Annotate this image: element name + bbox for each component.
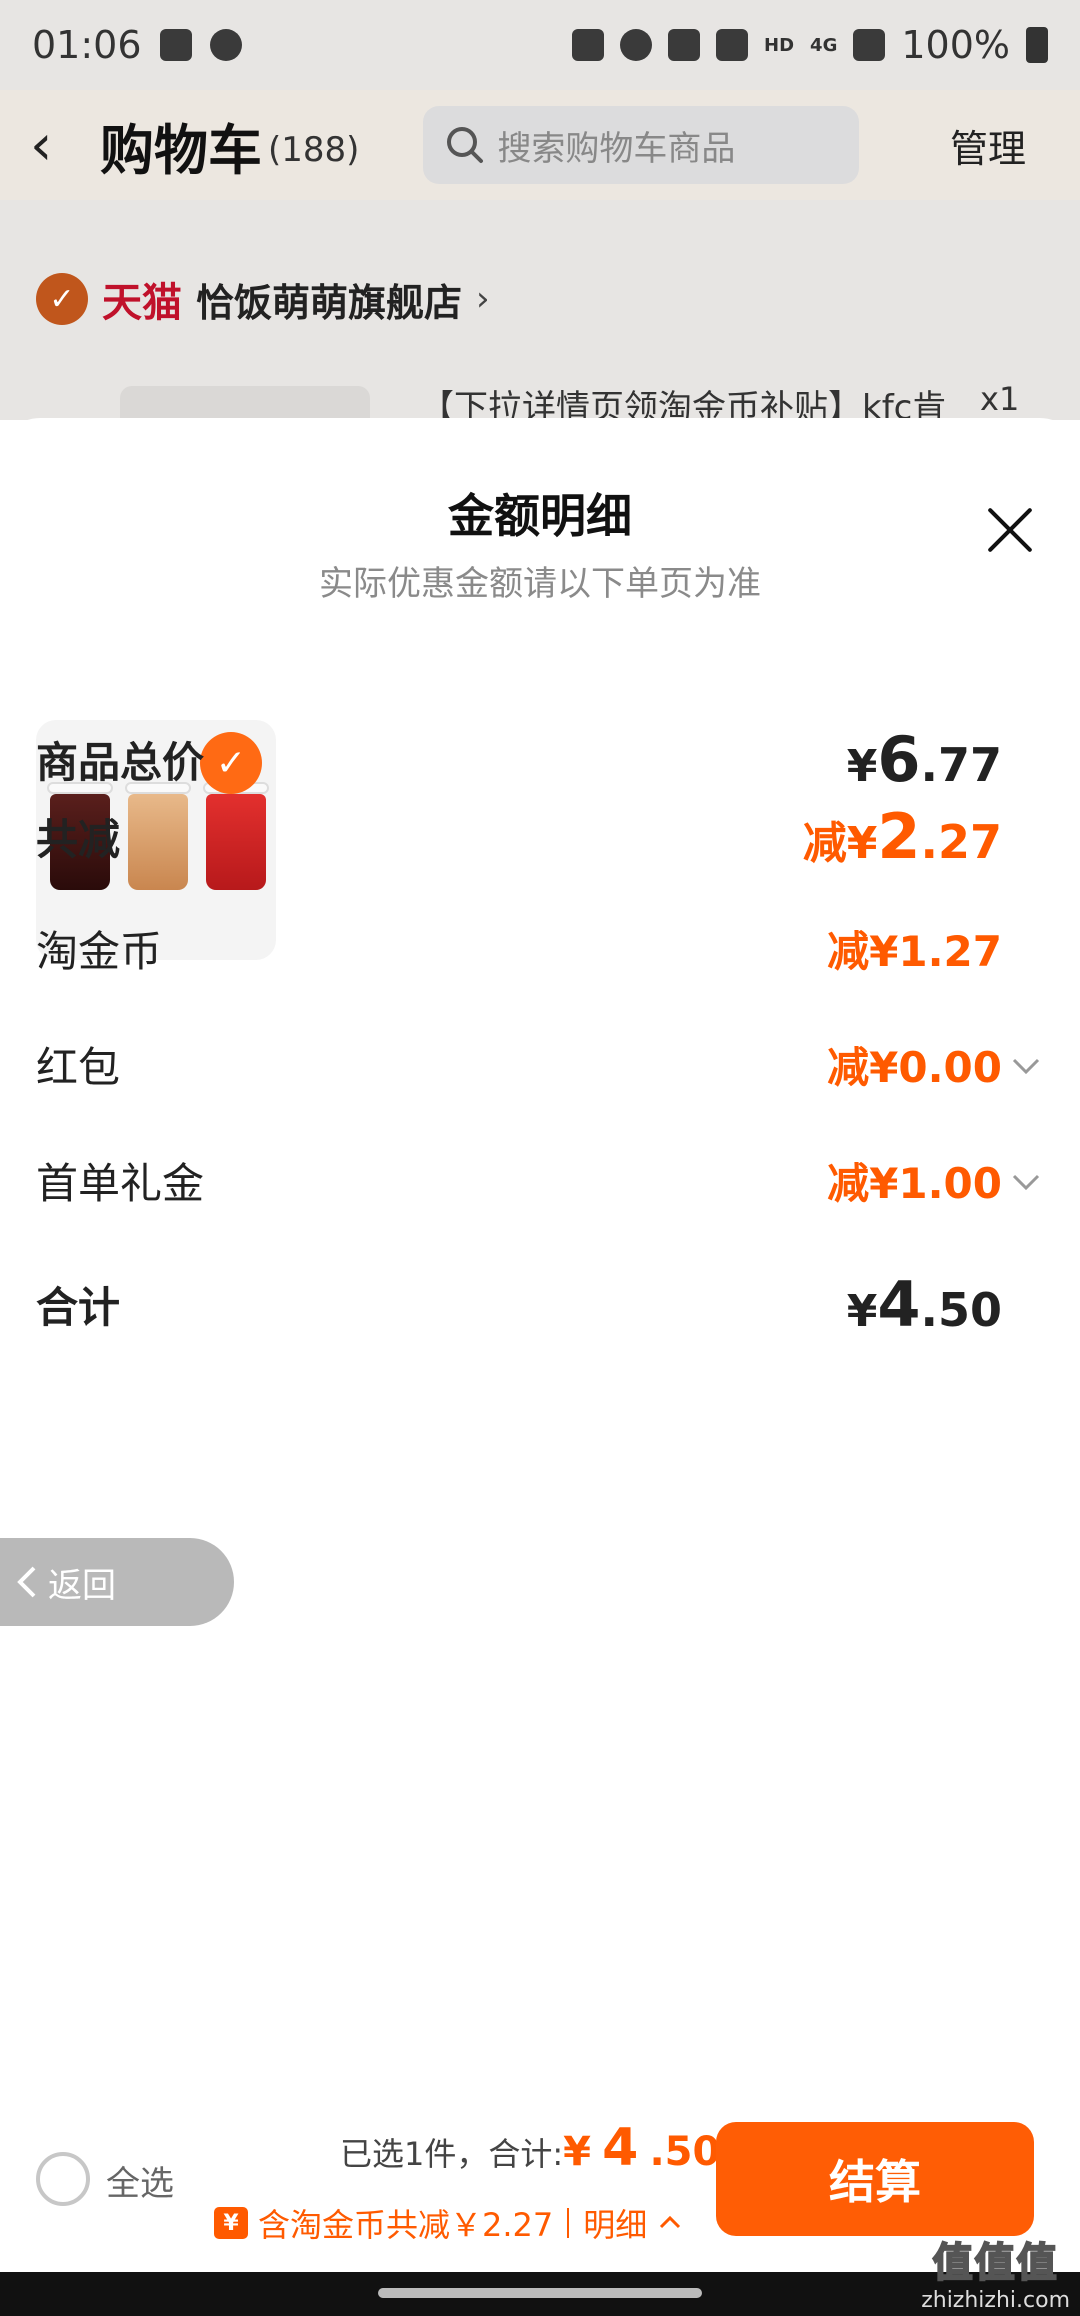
detail-toggle[interactable]: 明细 [583,2200,647,2246]
row-total-discount: 共减 减¥ 2 .27 [36,800,1044,873]
status-time: 01:06 [32,23,142,67]
selected-text: 已选1件，合计: [340,2135,564,2173]
checkout-button[interactable]: 结算 [716,2122,1034,2236]
battery-saver-icon [572,29,605,61]
coin-discount-line[interactable]: ¥ 含淘金币共减￥2.27 明细 [214,2200,683,2246]
selection-summary: 已选1件，合计: ¥ 4 .50 [340,2118,720,2178]
summary-total: ¥ 4 .50 [563,2118,720,2178]
row-total-price: 商品总价 ¥ 6 .77 [36,723,1044,796]
battery-percent: 100% [901,23,1010,67]
sheet-subtitle: 实际优惠金额请以下单页为准 [319,564,761,604]
price-dec: .77 [920,738,1003,792]
row-label: 首单礼金 [36,1159,205,1208]
store-row[interactable]: ✓ 天猫 恰饭萌萌旗舰店 › [36,270,490,328]
row-value: 减¥0.00 [827,1043,1002,1092]
chevron-up-icon[interactable] [657,2210,683,2236]
tmall-badge: 天猫 [102,280,182,326]
search-icon [445,125,485,165]
wifi-icon [716,29,749,61]
signal-label: 4G [810,34,838,56]
row-grand-total: 合计 ¥ 4 .50 [36,1268,1044,1341]
coupon-icon: ¥ [214,2207,248,2239]
price-prefix: 减¥ [802,818,878,869]
price-int: 2 [877,800,921,873]
back-button[interactable]: 返回 [0,1538,234,1626]
chevron-left-icon [17,1566,36,1598]
watermark-url: zhizhizhi.com [921,2288,1070,2313]
search-placeholder: 搜索购物车商品 [497,128,736,169]
product-qty-peek: x1 [980,380,1020,418]
back-button-label: 返回 [48,1565,116,1606]
cart-header: ‹ 购物车 (188) 搜索购物车商品 管理 [0,90,1080,200]
row-red-packet[interactable]: 红包 减¥0.00 [36,1034,1044,1095]
mute-icon [668,29,701,61]
row-label: 共减 [36,815,121,864]
page-title: 购物车 [100,118,262,182]
gallery-icon [159,29,192,61]
watermark-logo: 值值值 [932,2239,1059,2287]
amount-detail-sheet: 金额明细 实际优惠金额请以下单页为准 ✓ 商品总价 ¥ 6 .77 共减 减¥ … [0,418,1080,2272]
home-indicator[interactable] [378,2288,702,2298]
chevron-down-icon[interactable] [1008,1048,1044,1084]
row-label: 红包 [36,1043,121,1092]
chevron-down-icon[interactable] [1008,1164,1044,1200]
price-dec: .50 [649,2129,721,2175]
select-all-checkbox[interactable] [36,2152,90,2206]
navigation-bar [0,2272,1080,2316]
watermark: 值值值 zhizhizhi.com [921,2230,1070,2313]
row-first-order-gift[interactable]: 首单礼金 减¥1.00 [36,1150,1044,1211]
price-dec: .50 [920,1283,1003,1337]
row-value: 减¥ 2 .27 [803,800,1002,873]
row-label: 合计 [36,1283,121,1332]
checkout-bar: 全选 已选1件，合计: ¥ 4 .50 ¥ 含淘金币共减￥2.27 明细 结算 [0,2100,1080,2270]
cart-count: (188) [268,130,360,170]
battery-icon [1026,27,1048,63]
price-int: 4 [877,1268,921,1341]
store-name[interactable]: 恰饭萌萌旗舰店 [196,272,462,327]
row-label: 商品总价 [36,738,205,787]
row-value: 减¥1.27 [827,927,1002,976]
chevron-right-icon: › [476,279,490,319]
status-bar: 01:06 HD 4G 100% [0,0,1080,90]
row-coin: 淘金币 减¥1.27 [36,918,1044,979]
sheet-title: 金额明细 [448,489,632,543]
manage-button[interactable]: 管理 [950,118,1050,173]
do-not-disturb-icon [209,29,242,61]
close-icon[interactable] [980,500,1040,560]
row-value: ¥ 4 .50 [847,1268,1002,1341]
search-input[interactable]: 搜索购物车商品 [423,106,860,184]
back-chevron-icon[interactable]: ‹ [30,113,100,178]
signal-icon [853,29,886,61]
price-prefix: ¥ [563,2129,591,2175]
price-prefix: ¥ [846,1286,878,1337]
coin-discount-text: 含淘金币共减￥2.27 [258,2206,554,2244]
alarm-icon [620,29,653,61]
row-value: 减¥1.00 [827,1159,1002,1208]
price-int: 4 [602,2118,639,2178]
price-int: 6 [877,723,921,796]
network-label: HD [764,34,795,56]
cart-page-background: 01:06 HD 4G 100% ‹ 购物车 (188) 搜索购物车商品 管理 [0,0,1080,428]
select-all-label[interactable]: 全选 [106,2156,174,2205]
row-value: ¥ 6 .77 [847,723,1002,796]
row-label: 淘金币 [36,927,163,976]
price-prefix: ¥ [846,741,878,792]
divider [567,2208,570,2238]
store-checkbox-icon[interactable]: ✓ [36,273,88,325]
price-dec: .27 [920,815,1003,869]
